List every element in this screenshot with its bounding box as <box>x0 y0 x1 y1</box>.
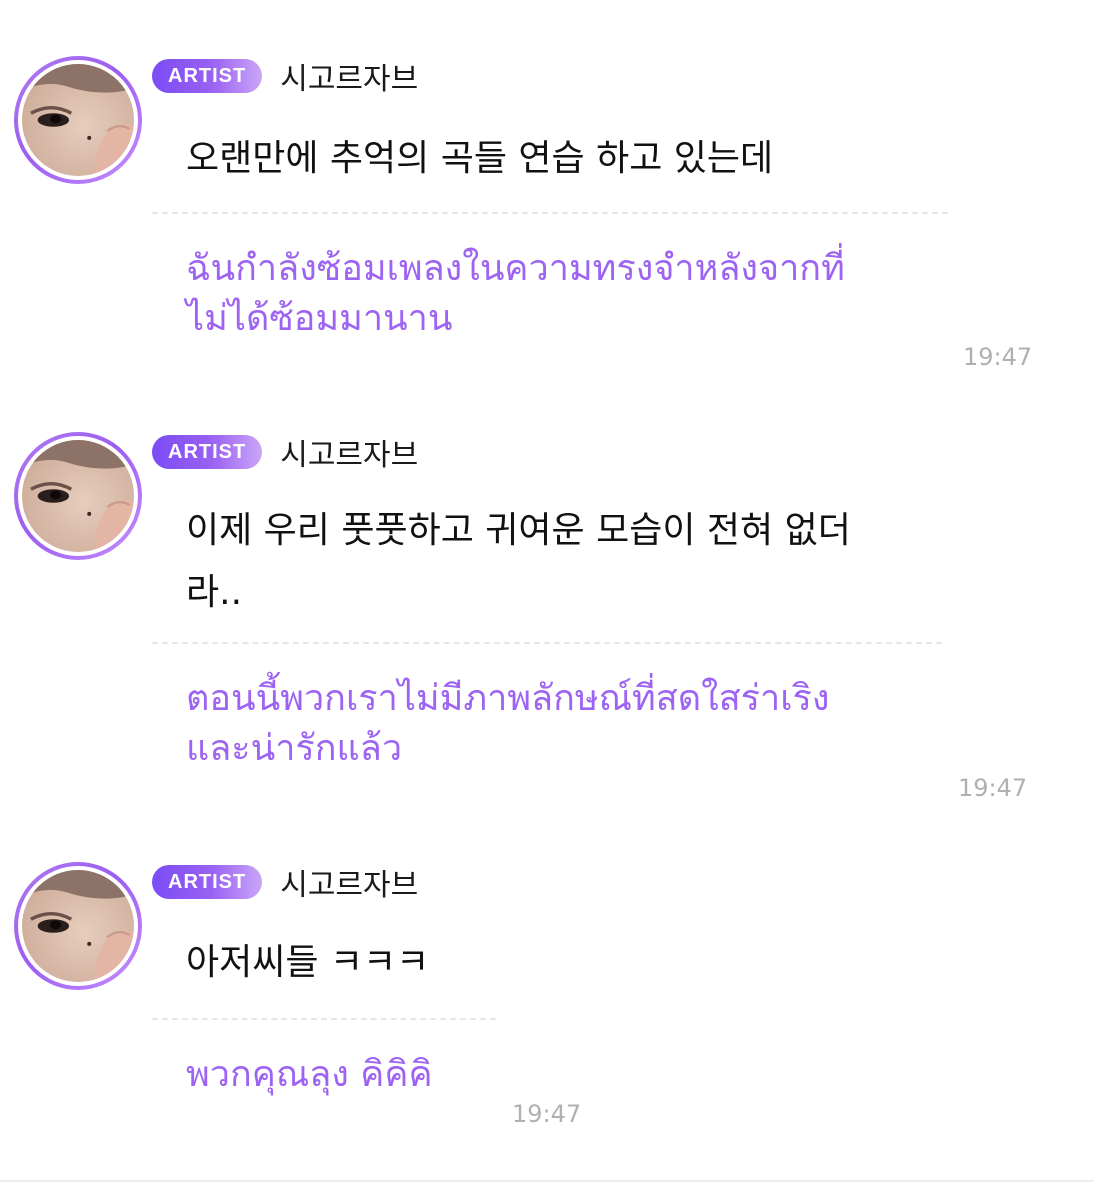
message-original-text: 이제 우리 풋풋하고 귀여운 모습이 전혀 없더 라.. <box>186 510 851 613</box>
message-original-text: 아저씨들 ㅋㅋㅋ <box>186 942 430 983</box>
avatar-ring <box>18 866 138 986</box>
chat-message: ARTIST 시고르자브 이제 우리 풋풋하고 귀여운 모습이 전혀 없더 라.… <box>0 432 1094 812</box>
chat-message: ARTIST 시고르자브 아저씨들 ㅋㅋㅋ พวกคุณลุง คิคิคิ 1… <box>0 862 1094 1142</box>
username[interactable]: 시고르자브 <box>280 860 418 904</box>
artist-profile-photo-icon <box>22 64 134 176</box>
message-translation-text: พวกคุณลุง คิคิคิ <box>186 1054 433 1095</box>
message-header: ARTIST 시고르자브 <box>152 860 418 904</box>
username[interactable]: 시고르자브 <box>280 430 418 474</box>
avatar-ring <box>18 436 138 556</box>
artist-profile-photo-icon <box>22 870 134 982</box>
artist-badge: ARTIST <box>152 865 263 899</box>
username[interactable]: 시고르자브 <box>280 54 418 98</box>
message-original-text: 오랜만에 추억의 곡들 연습 하고 있는데 <box>186 138 774 179</box>
message-timestamp: 19:47 <box>958 774 1028 802</box>
bottom-divider <box>0 1180 1094 1182</box>
avatar-ring <box>18 60 138 180</box>
artist-profile-photo-icon <box>22 440 134 552</box>
avatar[interactable] <box>14 56 142 184</box>
message-header: ARTIST 시고르자브 <box>152 54 418 98</box>
message-header: ARTIST 시고르자브 <box>152 430 418 474</box>
avatar[interactable] <box>14 432 142 560</box>
artist-badge: ARTIST <box>152 59 263 93</box>
message-translation-text: ฉันกำลังซ้อมเพลงในความทรงจำหลังจากที่ ไม… <box>186 248 845 339</box>
message-translation-text: ตอนนี้พวกเราไม่มีภาพลักษณ์ที่สดใสร่าเริง… <box>186 678 830 769</box>
chat-message: ARTIST 시고르자브 오랜만에 추억의 곡들 연습 하고 있는데 ฉันกำ… <box>0 56 1094 386</box>
message-timestamp: 19:47 <box>963 343 1033 371</box>
artist-badge: ARTIST <box>152 435 263 469</box>
dashed-divider <box>152 212 948 214</box>
avatar[interactable] <box>14 862 142 990</box>
dashed-divider <box>152 642 942 644</box>
message-timestamp: 19:47 <box>512 1100 582 1128</box>
dashed-divider <box>152 1018 496 1020</box>
